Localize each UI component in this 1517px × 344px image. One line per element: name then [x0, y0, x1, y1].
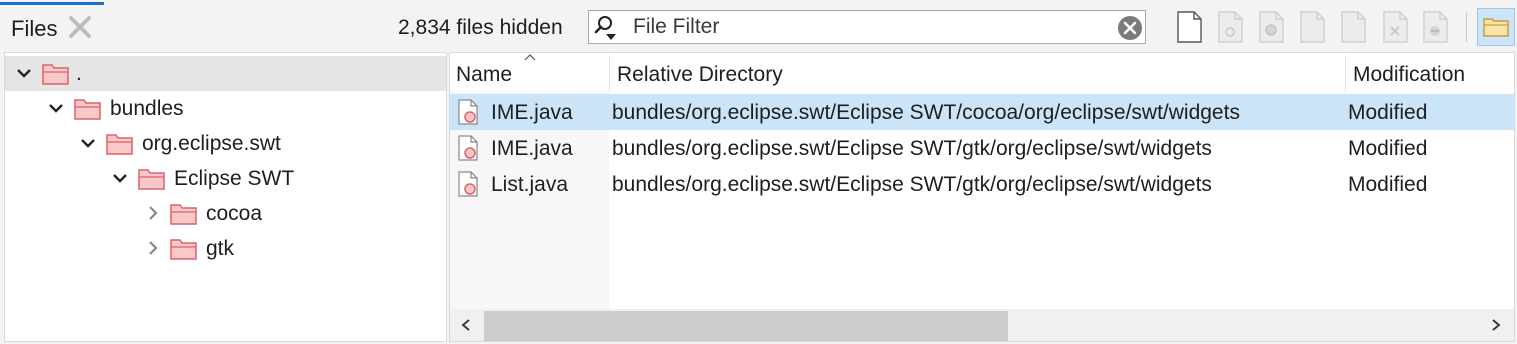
column-divider[interactable]: [609, 55, 610, 91]
folder-icon: [170, 204, 197, 225]
clear-filter-icon[interactable]: [1117, 15, 1143, 41]
files-tab-title[interactable]: Files: [11, 16, 57, 42]
tree-item-label: .: [76, 62, 82, 85]
folder-tree[interactable]: . bundles org.eclipse.swt Eclipse SWT co…: [4, 52, 447, 342]
chevron-down-icon[interactable]: [112, 170, 128, 186]
file-directory: bundles/org.eclipse.swt/Eclipse SWT/gtk/…: [612, 137, 1212, 160]
show-folders-toggle[interactable]: [1477, 8, 1515, 46]
tree-item-root[interactable]: .: [5, 56, 446, 91]
chevron-down-icon[interactable]: [48, 100, 64, 116]
file-settings-icon[interactable]: [1215, 10, 1245, 44]
tree-item-org-eclipse-swt[interactable]: org.eclipse.swt: [5, 126, 446, 161]
tree-item-cocoa[interactable]: cocoa: [5, 196, 446, 231]
tree-item-eclipse-swt[interactable]: Eclipse SWT: [5, 161, 446, 196]
table-row[interactable]: List.java bundles/org.eclipse.swt/Eclips…: [450, 166, 1514, 202]
column-header-relative-directory[interactable]: Relative Directory: [617, 63, 783, 87]
file-modification: Modified: [1348, 101, 1428, 124]
folder-icon: [170, 239, 197, 260]
chevron-left-icon[interactable]: [460, 318, 472, 332]
sort-ascending-icon: [524, 54, 536, 61]
file-name: IME.java: [491, 137, 573, 160]
file-list-table[interactable]: Name Relative Directory Modification IME…: [449, 52, 1515, 342]
modified-file-icon: [458, 171, 478, 197]
active-tab-indicator: [0, 2, 104, 5]
chevron-right-icon[interactable]: [145, 240, 161, 256]
chevron-down-icon[interactable]: [16, 65, 32, 81]
horizontal-scrollbar[interactable]: [450, 309, 1514, 341]
folder-icon: [138, 169, 165, 190]
table-row[interactable]: IME.java bundles/org.eclipse.swt/Eclipse…: [450, 94, 1514, 130]
chevron-down-icon[interactable]: [80, 135, 96, 151]
file-filter-box[interactable]: [588, 10, 1146, 44]
column-header-name[interactable]: Name: [456, 63, 512, 87]
column-divider[interactable]: [1345, 55, 1346, 91]
hidden-files-count: 2,834 files hidden: [398, 16, 563, 39]
table-row[interactable]: IME.java bundles/org.eclipse.swt/Eclipse…: [450, 130, 1514, 166]
tree-item-label: org.eclipse.swt: [142, 132, 281, 155]
file-record-icon[interactable]: [1256, 10, 1286, 44]
tree-item-gtk[interactable]: gtk: [5, 231, 446, 266]
file-name: IME.java: [491, 101, 573, 124]
file-modification: Modified: [1348, 137, 1428, 160]
toolbar-separator: [1466, 12, 1467, 42]
file-modification: Modified: [1348, 173, 1428, 196]
file-directory: bundles/org.eclipse.swt/Eclipse SWT/coco…: [612, 101, 1240, 124]
tree-item-label: cocoa: [206, 202, 263, 225]
file-icon[interactable]: [1338, 10, 1368, 44]
tree-item-label: gtk: [206, 237, 235, 260]
modified-file-icon: [458, 99, 478, 125]
file-name: List.java: [491, 173, 569, 196]
chevron-right-icon[interactable]: [145, 205, 161, 221]
file-directory: bundles/org.eclipse.swt/Eclipse SWT/gtk/…: [612, 173, 1212, 196]
files-toolbar: Files 2,834 files hidden: [0, 0, 1517, 52]
file-icon[interactable]: [1297, 10, 1327, 44]
new-file-icon[interactable]: [1174, 10, 1204, 44]
search-icon[interactable]: [594, 15, 622, 41]
table-header: Name Relative Directory Modification: [450, 53, 1514, 91]
scrollbar-thumb[interactable]: [484, 311, 1008, 341]
tree-item-bundles[interactable]: bundles: [5, 91, 446, 126]
modified-file-icon: [458, 135, 478, 161]
file-filter-input[interactable]: [633, 14, 1093, 40]
folder-icon: [42, 64, 69, 85]
tree-item-label: bundles: [110, 97, 184, 120]
close-icon[interactable]: [66, 13, 94, 41]
file-remove-icon[interactable]: [1380, 10, 1410, 44]
folder-icon: [1483, 18, 1509, 37]
chevron-right-icon[interactable]: [1490, 318, 1502, 332]
folder-icon: [106, 134, 133, 155]
tree-item-label: Eclipse SWT: [174, 167, 295, 190]
column-header-modification[interactable]: Modification: [1353, 63, 1465, 87]
file-minus-icon[interactable]: [1420, 10, 1450, 44]
folder-icon: [74, 99, 101, 120]
